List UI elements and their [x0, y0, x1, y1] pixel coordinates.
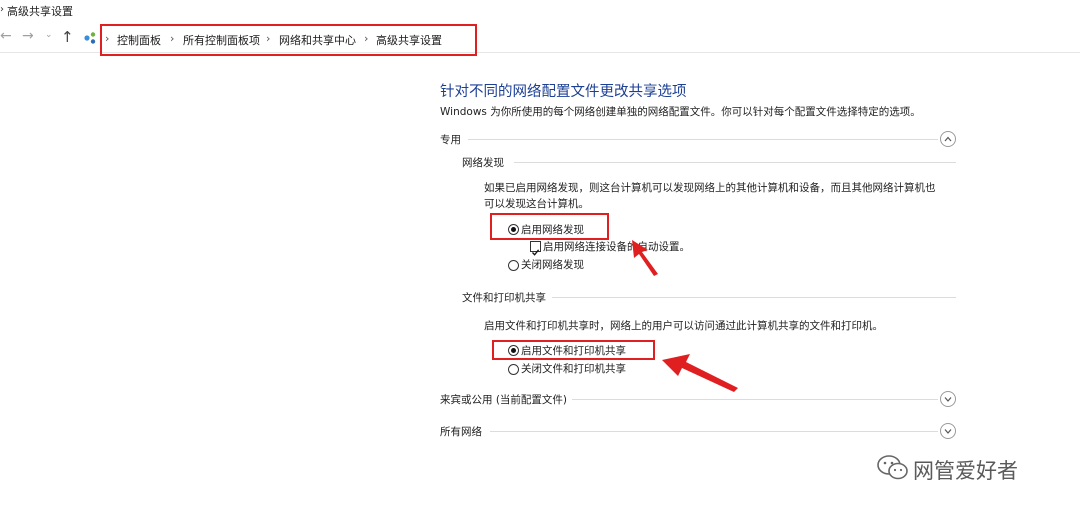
auto-setup-label[interactable]: 启用网络连接设备的自动设置。 — [543, 239, 690, 254]
collapse-private-button[interactable] — [940, 131, 956, 147]
section-guest-public-label[interactable]: 来宾或公用 (当前配置文件) — [440, 392, 567, 407]
radio-sharing-off-label[interactable]: 关闭文件和打印机共享 — [521, 361, 626, 376]
radio-discovery-off-label[interactable]: 关闭网络发现 — [521, 257, 584, 272]
radio-discovery-on-label[interactable]: 启用网络发现 — [521, 222, 584, 237]
network-discovery-text-line1: 如果已启用网络发现，则这台计算机可以发现网络上的其他计算机和设备，而且其他网络计… — [484, 182, 936, 194]
divider — [490, 431, 938, 432]
divider — [468, 139, 938, 140]
wechat-logo-icon — [877, 455, 908, 480]
breadcrumb-separator: › — [266, 32, 271, 45]
chevron-down-icon — [944, 397, 952, 402]
divider — [572, 399, 938, 400]
chevron-down-icon[interactable]: ⌄ — [45, 30, 53, 40]
radio-discovery-off[interactable] — [508, 260, 519, 271]
radio-discovery-on[interactable] — [508, 224, 519, 235]
breadcrumb-separator: › — [105, 32, 110, 45]
section-private-label[interactable]: 专用 — [440, 132, 461, 147]
file-sharing-title: 文件和打印机共享 — [462, 292, 546, 304]
auto-setup-checkbox[interactable] — [530, 241, 541, 256]
file-sharing-text: 启用文件和打印机共享时，网络上的用户可以访问通过此计算机共享的文件和打印机。 — [484, 320, 883, 332]
network-discovery-title: 网络发现 — [462, 157, 504, 169]
page-title: 针对不同的网络配置文件更改共享选项 — [440, 84, 687, 100]
breadcrumb-item-all-items[interactable]: 所有控制面板项 — [183, 32, 260, 48]
forward-arrow-icon[interactable]: → — [22, 28, 34, 44]
breadcrumb-item-advanced-sharing[interactable]: 高级共享设置 — [376, 32, 442, 48]
breadcrumb-item-network-center[interactable]: 网络和共享中心 — [279, 32, 356, 48]
radio-sharing-on-label[interactable]: 启用文件和打印机共享 — [521, 343, 626, 358]
divider — [514, 162, 956, 163]
watermark-text: 网管爱好者 — [913, 459, 1018, 483]
chevron-down-icon — [944, 429, 952, 434]
radio-sharing-off[interactable] — [508, 364, 519, 375]
title-bar: › 高级共享设置 — [0, 0, 1080, 22]
page-description: Windows 为你所使用的每个网络创建单独的网络配置文件。你可以针对每个配置文… — [440, 106, 921, 118]
radio-sharing-on[interactable] — [508, 345, 519, 356]
annotation-arrow-icon — [632, 240, 658, 276]
divider — [552, 297, 956, 298]
network-discovery-text-line2: 可以发现这台计算机。 — [484, 198, 589, 210]
checkmark-icon — [532, 249, 540, 256]
section-all-networks-label[interactable]: 所有网络 — [440, 424, 482, 439]
chevron-up-icon — [944, 136, 952, 142]
title-chevron-icon: › — [0, 4, 4, 15]
breadcrumb-item-control-panel[interactable]: 控制面板 — [117, 32, 161, 48]
expand-all-networks-button[interactable] — [940, 423, 956, 439]
control-panel-icon — [84, 32, 96, 44]
up-arrow-icon[interactable]: ↑ — [61, 28, 74, 46]
breadcrumb-separator: › — [364, 32, 369, 45]
annotation-arrow-icon — [662, 354, 738, 392]
expand-guest-public-button[interactable] — [940, 391, 956, 407]
breadcrumb-separator: › — [170, 32, 175, 45]
window-title: 高级共享设置 — [7, 5, 73, 18]
back-arrow-icon[interactable]: ← — [0, 28, 12, 44]
